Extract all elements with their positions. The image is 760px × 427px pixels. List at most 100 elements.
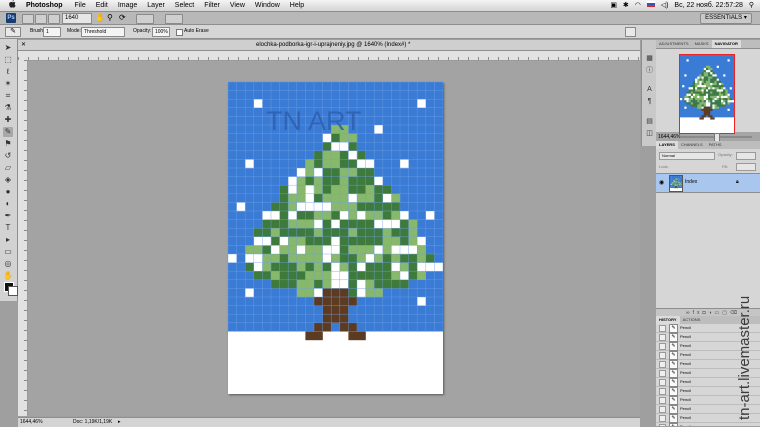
layer-fill-field[interactable] xyxy=(736,163,756,171)
spotlight-icon[interactable]: ⚲ xyxy=(749,2,754,9)
mode-select[interactable]: Threshold xyxy=(81,27,125,37)
document-tab[interactable]: ✕ elochka-podborka-igr-i-uprajneniy.jpg … xyxy=(18,40,640,51)
menu-help[interactable]: Help xyxy=(285,0,309,11)
vertical-ruler[interactable] xyxy=(18,60,28,416)
menu-file[interactable]: File xyxy=(69,0,90,11)
pen-tool-icon[interactable]: ✒ xyxy=(3,211,13,221)
navigator-zoom-value[interactable]: 1644,46% xyxy=(658,134,681,140)
dodge-tool-icon[interactable]: ◐ xyxy=(3,199,13,209)
arrange-documents-icon[interactable] xyxy=(136,14,154,24)
info-icon[interactable]: ⓘ xyxy=(645,66,654,75)
history-source-checkbox[interactable] xyxy=(659,397,666,404)
swatches-icon[interactable]: ▦ xyxy=(645,54,654,63)
path-selection-icon[interactable]: ▸ xyxy=(3,235,13,245)
pencil-tool-icon[interactable]: ✎ xyxy=(3,127,13,137)
opacity-field[interactable]: 100% xyxy=(152,27,170,37)
hand-tool-icon[interactable]: ✋ xyxy=(3,271,13,281)
blend-mode-select[interactable]: Normal xyxy=(659,152,715,160)
menu-view[interactable]: View xyxy=(225,0,250,11)
apple-icon[interactable] xyxy=(9,0,16,8)
horizontal-ruler[interactable] xyxy=(18,51,640,61)
history-source-checkbox[interactable] xyxy=(659,361,666,368)
close-document-icon[interactable]: ✕ xyxy=(21,42,26,48)
history-source-checkbox[interactable] xyxy=(659,352,666,359)
3d-rotate-icon[interactable]: ◎ xyxy=(3,259,13,269)
zoom-level-select[interactable]: 1640 xyxy=(62,13,92,24)
history-source-checkbox[interactable] xyxy=(659,343,666,350)
shape-tool-icon[interactable]: ▭ xyxy=(3,247,13,257)
pencil-icon: ✎ xyxy=(669,360,678,369)
crop-tool-icon[interactable]: ⌗ xyxy=(3,91,13,101)
brushes-icon[interactable]: ▤ xyxy=(645,117,654,126)
navigator-preview[interactable] xyxy=(679,54,735,134)
clone-stamp-icon[interactable]: ⚑ xyxy=(3,139,13,149)
tab-masks[interactable]: MASKS xyxy=(692,40,712,48)
type-tool-icon[interactable]: T xyxy=(3,223,13,233)
history-source-checkbox[interactable] xyxy=(659,415,666,422)
menubar-clock[interactable]: Вс, 22 нояб. 22:57:28 xyxy=(674,2,743,9)
wifi-icon[interactable]: ◠ xyxy=(635,2,641,9)
layer-thumbnail xyxy=(669,175,683,192)
menu-window[interactable]: Window xyxy=(250,0,285,11)
clone-source-icon[interactable]: ◫ xyxy=(645,129,654,138)
visibility-eye-icon[interactable]: ◉ xyxy=(659,179,664,186)
history-source-checkbox[interactable] xyxy=(659,370,666,377)
history-source-checkbox[interactable] xyxy=(659,334,666,341)
history-source-checkbox[interactable] xyxy=(659,379,666,386)
marquee-tool-icon[interactable]: ⬚ xyxy=(3,55,13,65)
menu-layer[interactable]: Layer xyxy=(142,0,170,11)
dropbox-icon[interactable]: ▣ xyxy=(610,2,617,9)
workspace-switcher[interactable]: ESSENTIALS ▾ xyxy=(700,13,752,24)
history-label: Pencil xyxy=(680,405,691,413)
auto-erase-checkbox[interactable] xyxy=(176,29,183,36)
character-icon[interactable]: A xyxy=(645,85,654,94)
background-color-swatch[interactable] xyxy=(8,286,18,296)
tab-layers[interactable]: LAYERS xyxy=(656,141,678,149)
magic-wand-icon[interactable]: ✶ xyxy=(3,79,13,89)
menu-image[interactable]: Image xyxy=(113,0,142,11)
tab-history[interactable]: HISTORY xyxy=(656,316,680,324)
menu-edit[interactable]: Edit xyxy=(91,0,113,11)
healing-brush-icon[interactable]: ✚ xyxy=(3,115,13,125)
opacity-label: Opacity: xyxy=(718,152,733,157)
tab-paths[interactable]: PATHS xyxy=(706,141,725,149)
move-tool-icon[interactable]: ➤ xyxy=(3,43,13,53)
paragraph-icon[interactable]: ¶ xyxy=(645,97,654,106)
tool-preset-picker[interactable]: ✎ xyxy=(5,27,21,37)
history-brush-icon[interactable]: ↺ xyxy=(3,151,13,161)
brush-panel-toggle-icon[interactable] xyxy=(625,27,636,37)
history-source-checkbox[interactable] xyxy=(659,406,666,413)
rotate-view-icon[interactable]: ⟳ xyxy=(119,13,126,23)
app-name-menu[interactable]: Photoshop xyxy=(21,0,68,11)
tab-actions[interactable]: ACTIONS xyxy=(680,316,704,324)
image-canvas[interactable]: TN ART xyxy=(228,82,443,394)
eraser-tool-icon[interactable]: ▱ xyxy=(3,163,13,173)
launch-bridge-icon[interactable] xyxy=(22,14,34,24)
blur-tool-icon[interactable]: ● xyxy=(3,187,13,197)
flag-icon[interactable] xyxy=(647,1,655,7)
screen-mode-icon[interactable] xyxy=(165,14,183,24)
zoom-level-icon[interactable] xyxy=(48,14,60,24)
history-source-checkbox[interactable] xyxy=(659,388,666,395)
layer-name[interactable]: Index xyxy=(685,179,697,185)
paint-bucket-icon[interactable]: ◈ xyxy=(3,175,13,185)
history-source-checkbox[interactable] xyxy=(659,325,666,332)
zoom-tool-icon[interactable]: ⚲ xyxy=(107,13,113,23)
brush-size-picker[interactable]: 1 xyxy=(43,27,61,37)
bluetooth-icon[interactable]: ✱ xyxy=(623,2,629,9)
layer-opacity-field[interactable] xyxy=(736,152,756,160)
tab-adjustments[interactable]: ADJUSTMENTS xyxy=(656,40,692,48)
collapsed-panel-dock: ▦ ⓘ A ¶ ▤ ◫ xyxy=(641,40,657,146)
pixel-art-tree[interactable]: TN ART xyxy=(228,82,443,394)
tab-navigator[interactable]: NAVIGATOR xyxy=(712,40,741,48)
history-label: Pencil xyxy=(680,324,691,332)
eyedropper-icon[interactable]: ⚗ xyxy=(3,103,13,113)
hand-icon[interactable]: ✋ xyxy=(95,13,105,23)
volume-icon[interactable]: ◁) xyxy=(661,2,669,9)
layer-row[interactable]: ◉ Index 🔒︎ xyxy=(656,173,760,193)
view-extras-icon[interactable] xyxy=(35,14,47,24)
lasso-tool-icon[interactable]: ℓ xyxy=(3,67,13,77)
menu-select[interactable]: Select xyxy=(170,0,199,11)
tab-channels[interactable]: CHANNELS xyxy=(678,141,706,149)
menu-filter[interactable]: Filter xyxy=(199,0,225,11)
